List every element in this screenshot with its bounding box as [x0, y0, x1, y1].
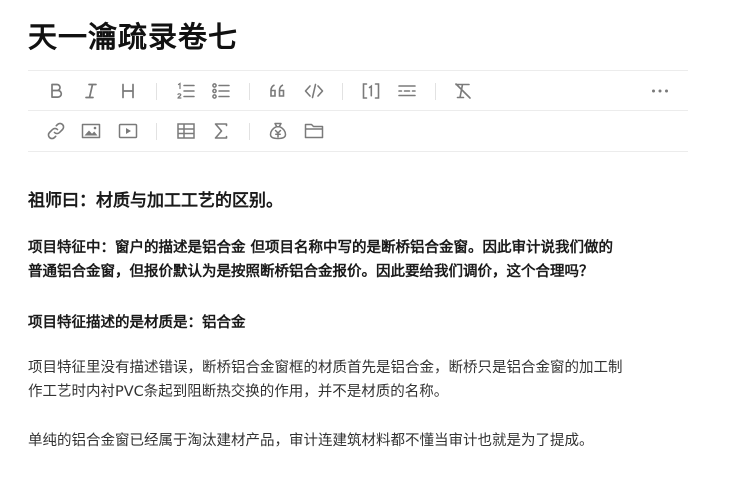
folder-icon[interactable]: [302, 120, 326, 142]
toolbar-separator: [249, 123, 250, 140]
table-icon[interactable]: [174, 120, 198, 142]
italic-icon[interactable]: [79, 80, 103, 102]
image-icon[interactable]: [79, 120, 103, 142]
toolbar-separator: [156, 83, 157, 100]
heading-icon[interactable]: [116, 80, 140, 102]
editor-toolbar-row-1: [28, 70, 688, 111]
answer-paragraph: 项目特征里没有描述错误，断桥铝合金窗框的材质首先是铝合金，断桥只是铝合金窗的加工…: [28, 356, 688, 404]
bold-icon[interactable]: [44, 80, 68, 102]
toolbar-separator: [249, 83, 250, 100]
formula-icon[interactable]: [209, 120, 233, 142]
code-icon[interactable]: [302, 80, 326, 102]
link-icon[interactable]: [44, 120, 68, 142]
footnote-icon[interactable]: [359, 80, 383, 102]
answer-paragraph-2: 单纯的铝合金窗已经属于淘汰建材产品，审计连建筑材料都不懂当审计也就是为了提成。: [28, 433, 594, 449]
more-icon[interactable]: [648, 80, 672, 102]
question-line: 项目特征中：窗户的描述是铝合金 但项目名称中写的是断桥铝合金窗。因此审计说我们做…: [28, 240, 614, 256]
question-paragraph: 项目特征中：窗户的描述是铝合金 但项目名称中写的是断桥铝合金窗。因此审计说我们做…: [28, 236, 688, 284]
quote-icon[interactable]: [266, 80, 290, 102]
ordered-list-icon[interactable]: [174, 80, 198, 102]
editor-toolbar-row-2: [28, 111, 688, 152]
subheading: 项目特征描述的是材质是：铝合金: [28, 315, 246, 331]
answer-line: 项目特征里没有描述错误，断桥铝合金窗框的材质首先是铝合金，断桥只是铝合金窗的加工…: [28, 360, 623, 376]
answer-line: 作工艺时内衬PVC条起到阻断热交换的作用，并不是材质的名称。: [28, 384, 449, 400]
divider-icon[interactable]: [395, 80, 419, 102]
toolbar-separator: [435, 83, 436, 100]
document-title: 天一瀹疏录卷七: [28, 20, 239, 54]
toolbar-separator: [156, 123, 157, 140]
clear-format-icon[interactable]: [451, 80, 475, 102]
question-line: 普通铝合金窗，但报价默认为是按照断桥铝合金报价。因此要给我们调价，这个合理吗？: [28, 264, 594, 280]
video-icon[interactable]: [116, 120, 140, 142]
section-heading: 祖师曰：材质与加工工艺的区别。: [28, 191, 283, 211]
toolbar-separator: [342, 83, 343, 100]
bounty-icon[interactable]: [266, 120, 290, 142]
bullet-list-icon[interactable]: [209, 80, 233, 102]
